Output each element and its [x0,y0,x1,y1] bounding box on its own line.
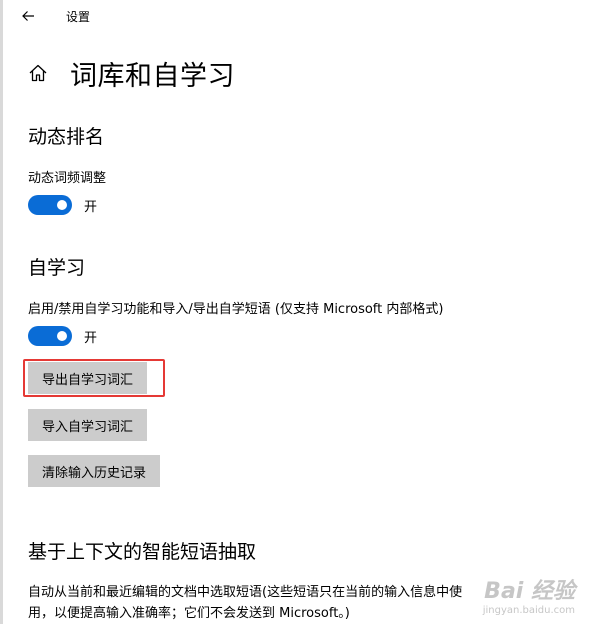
self-learning-toggle[interactable] [28,326,72,346]
title-bar: 设置 [0,0,601,32]
self-learning-toggle-row: 开 [28,326,97,346]
dynamic-frequency-label: 动态词频调整 [28,171,107,186]
self-learning-label: 启用/禁用自学习功能和导入/导出自学短语 (仅支持 Microsoft 内部格式… [28,302,444,317]
section-title-context-phrase: 基于上下文的智能短语抽取 [28,541,257,563]
section-title-self-learning: 自学习 [28,257,86,279]
context-phrase-description: 自动从当前和最近编辑的文档中选取短语(这些短语只在当前的输入信息中使用，以便提高… [28,585,463,621]
import-self-learning-button[interactable]: 导入自学习词汇 [28,409,148,441]
dynamic-frequency-toggle[interactable] [28,195,72,215]
window-left-border [0,0,3,624]
toggle-knob [57,200,67,210]
watermark: Bai 经验 jingyan.baidu.com [483,573,575,616]
toggle-knob [57,331,67,341]
clear-input-history-button[interactable]: 清除输入历史记录 [28,455,161,487]
dynamic-frequency-toggle-row: 开 [28,195,97,215]
page-title: 词库和自学习 [70,60,235,92]
highlight-annotation [23,359,165,397]
back-arrow-icon [22,11,34,21]
watermark-logo: Bai 经验 [484,579,575,604]
self-learning-toggle-state: 开 [84,330,98,346]
section-title-dynamic-ranking: 动态排名 [28,126,105,148]
page-header: 词库和自学习 [26,55,235,92]
watermark-url: jingyan.baidu.com [482,605,575,616]
home-button[interactable] [26,61,50,85]
dynamic-frequency-toggle-state: 开 [84,199,98,215]
app-title: 设置 [66,10,91,24]
home-icon [29,64,47,82]
back-button[interactable] [16,4,40,28]
